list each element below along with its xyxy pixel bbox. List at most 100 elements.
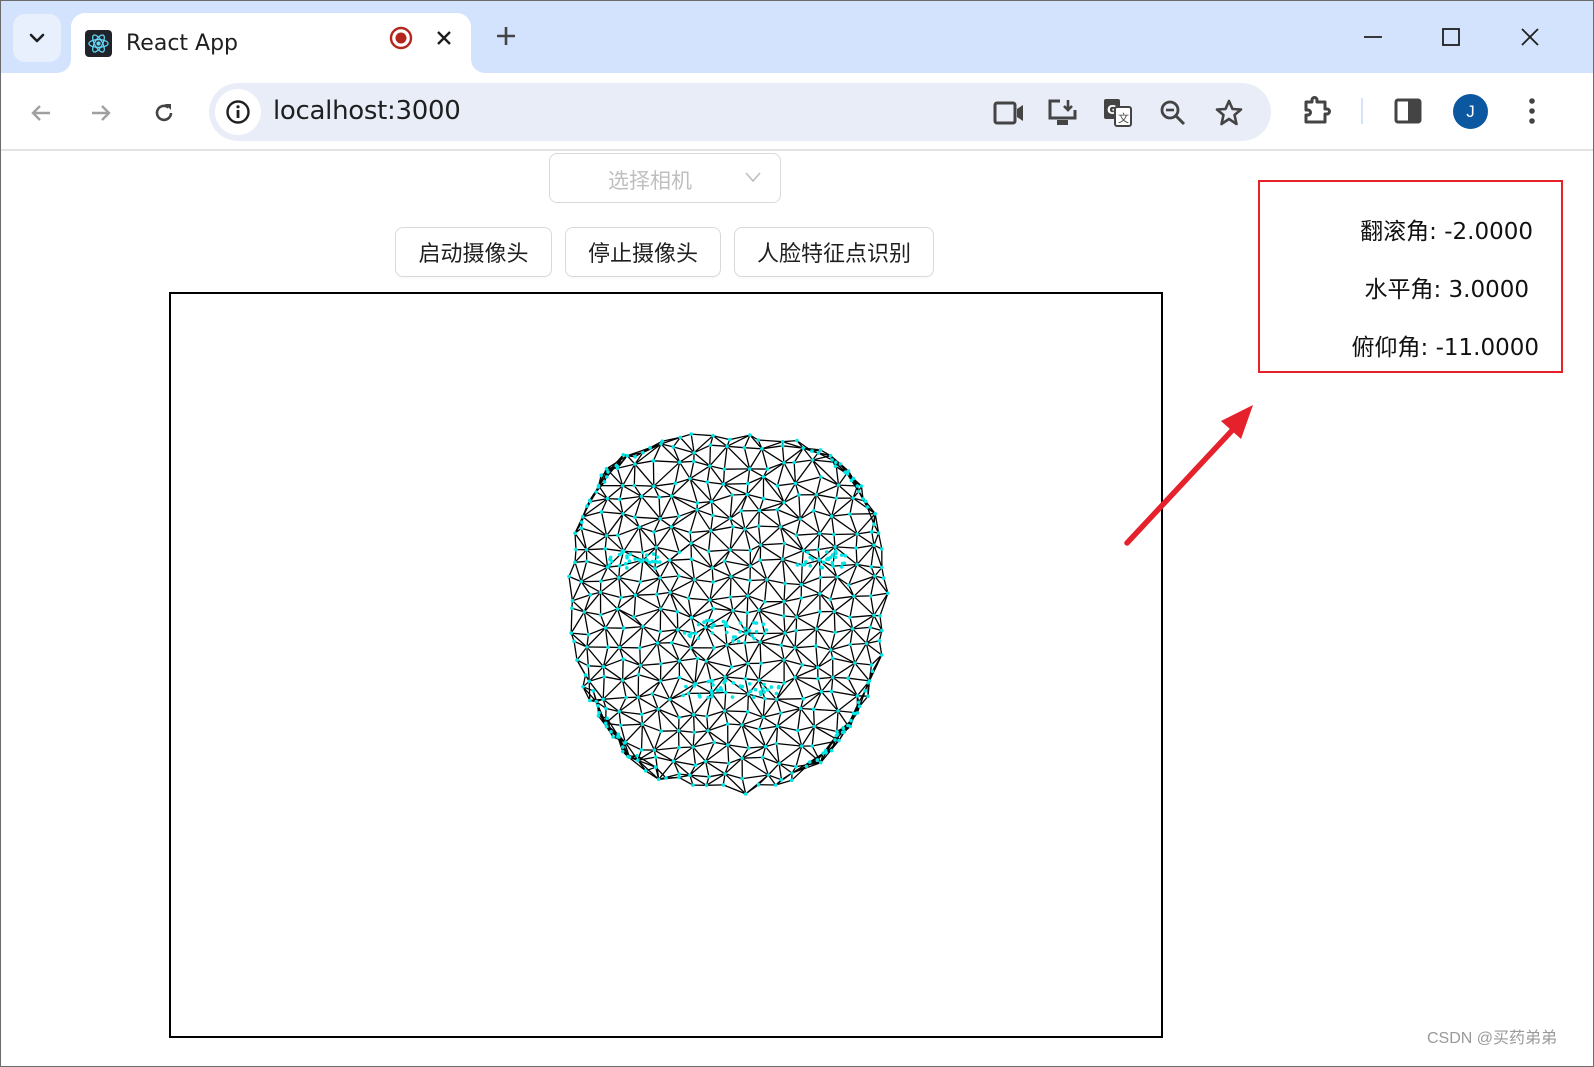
mesh-edge <box>870 592 889 597</box>
landmark-point <box>688 773 692 777</box>
mesh-edge <box>588 681 591 701</box>
mesh-edge <box>732 609 748 614</box>
landmark-point <box>798 517 802 521</box>
tab-react-app[interactable]: React App <box>71 13 471 73</box>
translate-button[interactable]: G文 <box>1102 97 1134 129</box>
landmark-point <box>584 559 589 564</box>
landmark-point <box>794 628 798 633</box>
landmark-point <box>677 745 681 750</box>
landmark-point <box>638 663 643 668</box>
landmark-point <box>828 453 833 458</box>
mesh-edge <box>758 663 762 681</box>
camera-select[interactable]: 选择相机 <box>549 153 781 203</box>
landmark-point <box>677 550 681 555</box>
mesh-edge <box>877 532 883 550</box>
landmark-point <box>706 679 710 684</box>
mesh-edge <box>744 447 762 450</box>
landmark-point <box>583 673 588 677</box>
mesh-edge <box>678 730 694 748</box>
landmark-point <box>780 444 785 448</box>
landmark-point <box>855 562 859 567</box>
mesh-edge <box>794 647 819 668</box>
landmark-point <box>640 550 645 555</box>
mesh-edge <box>763 476 778 487</box>
url-text[interactable]: localhost:3000 <box>273 96 461 126</box>
landmark-point <box>606 645 610 649</box>
mesh-edge <box>710 515 714 531</box>
landmark-point <box>758 558 763 562</box>
forward-button[interactable] <box>81 93 121 133</box>
landmark-point <box>588 593 593 597</box>
mesh-edge <box>818 560 822 578</box>
face-mesh-wireframe <box>567 432 890 796</box>
stop-camera-button[interactable]: 停止摄像头 <box>565 227 721 277</box>
landmark-point <box>828 597 833 602</box>
side-panel-button[interactable] <box>1390 93 1426 129</box>
maximize-button[interactable] <box>1429 15 1473 59</box>
extensions-button[interactable] <box>1299 93 1335 129</box>
start-camera-button[interactable]: 启动摄像头 <box>395 227 552 277</box>
more-menu-button[interactable] <box>1514 93 1550 129</box>
mesh-edge <box>637 696 659 710</box>
landmark-point <box>658 629 663 634</box>
mesh-edge <box>679 461 691 480</box>
zoom-button[interactable] <box>1157 97 1189 129</box>
landmark-point <box>866 694 870 698</box>
roll-angle-readout: 翻滚角: -2.0000 <box>1360 219 1533 245</box>
landmark-point <box>799 582 804 587</box>
landmark-point <box>676 627 680 632</box>
landmark-point <box>739 509 743 513</box>
mesh-edge <box>730 565 751 578</box>
bookmark-button[interactable] <box>1213 97 1245 129</box>
landmark-point <box>853 661 857 665</box>
landmark-point <box>815 758 820 762</box>
mesh-edge <box>660 608 679 631</box>
mesh-edge <box>758 610 766 634</box>
landmark-point <box>886 591 890 595</box>
site-info-button[interactable] <box>215 89 261 135</box>
minimize-button[interactable] <box>1351 15 1395 59</box>
landmark-point <box>641 624 645 629</box>
landmark-point <box>668 590 672 595</box>
mesh-edge <box>744 663 749 679</box>
profile-avatar[interactable]: J <box>1453 94 1488 129</box>
new-tab-button[interactable] <box>489 19 523 53</box>
landmark-point <box>779 778 784 782</box>
landmark-point <box>829 514 834 518</box>
landmark-point <box>833 464 838 468</box>
landmark-point <box>596 704 600 708</box>
landmark-point <box>836 483 841 487</box>
mesh-edge <box>689 760 707 776</box>
mesh-edge <box>588 665 604 668</box>
landmark-point <box>607 563 612 567</box>
mesh-edge <box>710 501 714 516</box>
landmark-point <box>669 494 674 498</box>
landmark-point <box>620 678 625 682</box>
landmark-point <box>645 558 649 563</box>
window-close-button[interactable] <box>1508 15 1552 59</box>
landmark-point <box>611 735 615 739</box>
landmark-point <box>585 504 589 508</box>
landmark-point <box>872 613 876 618</box>
mesh-edge <box>783 502 801 520</box>
reload-button[interactable] <box>144 93 184 133</box>
mesh-edge <box>801 550 804 565</box>
camera-in-use-button[interactable] <box>993 97 1025 129</box>
back-button[interactable] <box>21 93 61 133</box>
landmark-point <box>617 645 622 650</box>
mesh-edge <box>603 696 627 700</box>
tab-search-button[interactable] <box>13 14 61 62</box>
tab-close-button[interactable] <box>431 25 457 51</box>
landmark-point <box>707 775 711 779</box>
landmark-point <box>695 508 699 512</box>
address-bar[interactable]: localhost:3000 G文 <box>209 83 1271 141</box>
landmark-point <box>738 630 742 634</box>
mesh-edge <box>651 680 662 695</box>
install-app-button[interactable] <box>1047 97 1079 129</box>
landmark-point <box>604 706 608 711</box>
face-landmarks-button[interactable]: 人脸特征点识别 <box>734 227 934 277</box>
mesh-edge <box>622 463 636 487</box>
landmark-point <box>880 565 884 570</box>
mesh-edge <box>732 493 748 496</box>
landmark-point <box>757 727 761 731</box>
